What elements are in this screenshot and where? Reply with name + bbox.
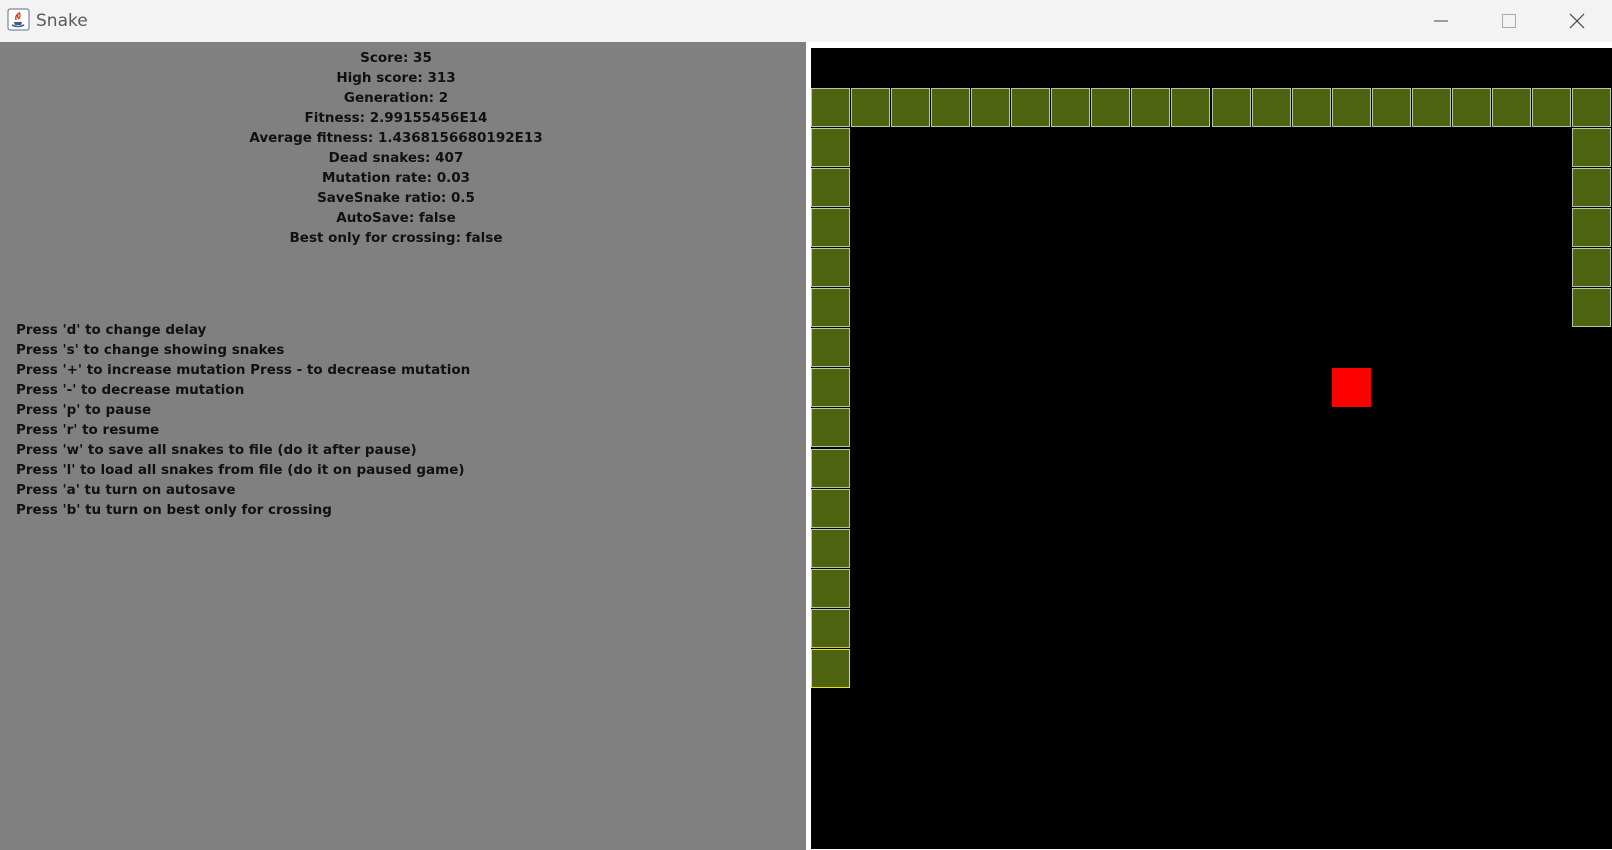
save-snake-ratio-label: SaveSnake ratio: 0.5 bbox=[317, 190, 475, 206]
autosave-label: AutoSave: false bbox=[336, 210, 456, 226]
snake-segment bbox=[1571, 88, 1611, 127]
help-line: Press 'r' to resume bbox=[16, 422, 160, 438]
info-panel: Score: 35 High score: 313 Generation: 2 … bbox=[0, 42, 806, 850]
snake-segment bbox=[811, 128, 850, 168]
snake-segment bbox=[1571, 168, 1611, 208]
snake-segment bbox=[971, 88, 1011, 127]
help-line: Press '+' to increase mutation Press - t… bbox=[16, 362, 471, 378]
snake-segment bbox=[811, 448, 850, 488]
high-score-label: High score: 313 bbox=[336, 70, 456, 86]
generation-label: Generation: 2 bbox=[343, 90, 449, 106]
fitness-label: Fitness: 2.99155456E14 bbox=[304, 110, 488, 126]
snake-segment bbox=[811, 568, 850, 608]
close-icon bbox=[1569, 13, 1585, 29]
snake-segment bbox=[811, 248, 850, 288]
help-line: Press 'd' to change delay bbox=[16, 322, 207, 338]
snake-segment bbox=[1571, 128, 1611, 168]
snake-segment bbox=[1451, 88, 1491, 127]
minimize-button[interactable] bbox=[1407, 0, 1475, 42]
snake-segment bbox=[1251, 88, 1291, 127]
mutation-rate-label: Mutation rate: 0.03 bbox=[321, 170, 471, 186]
maximize-button[interactable] bbox=[1475, 0, 1543, 42]
help-line: Press 'l' to load all snakes from file (… bbox=[16, 462, 465, 478]
help-line: Press 's' to change showing snakes bbox=[16, 342, 285, 358]
best-only-crossing-label: Best only for crossing: false bbox=[289, 230, 503, 246]
snake-segment bbox=[1371, 88, 1411, 127]
close-button[interactable] bbox=[1543, 0, 1611, 42]
help-line: Press 'b' tu turn on best only for cross… bbox=[16, 502, 332, 518]
snake-segment bbox=[811, 328, 850, 368]
stats-list: Score: 35 High score: 313 Generation: 2 … bbox=[0, 48, 792, 248]
dead-snakes-label: Dead snakes: 407 bbox=[328, 150, 464, 166]
snake-segment bbox=[1411, 88, 1451, 127]
score-label: Score: 35 bbox=[360, 50, 432, 66]
snake-window: Snake Score: 35 High score: 313 Generati… bbox=[0, 0, 1612, 850]
snake-segment bbox=[1491, 88, 1531, 127]
window-title: Snake bbox=[36, 11, 88, 31]
snake-segment bbox=[811, 88, 850, 127]
snake-segment bbox=[851, 88, 890, 127]
snake-segment bbox=[1011, 88, 1051, 127]
snake-segment bbox=[1571, 208, 1611, 248]
snake-segment bbox=[1131, 88, 1171, 127]
snake-segment bbox=[1051, 88, 1091, 127]
game-board[interactable] bbox=[811, 48, 1612, 849]
snake-segment bbox=[1211, 88, 1251, 127]
snake-segment bbox=[811, 608, 850, 648]
average-fitness-label: Average fitness: 1.4368156680192E13 bbox=[249, 130, 543, 146]
snake-segment bbox=[811, 528, 850, 568]
snake-segment bbox=[1571, 248, 1611, 288]
snake-segment bbox=[811, 288, 850, 328]
snake-segment bbox=[1531, 88, 1571, 127]
snake-segment bbox=[891, 88, 931, 127]
snake-segment bbox=[1091, 88, 1131, 127]
minimize-icon bbox=[1434, 20, 1448, 22]
snake-segment bbox=[811, 368, 850, 408]
java-cup-icon bbox=[7, 8, 30, 31]
controls-help: Press 'd' to change delay Press 's' to c… bbox=[16, 320, 470, 520]
snake-segment bbox=[811, 408, 850, 448]
help-line: Press 'a' tu turn on autosave bbox=[16, 482, 236, 498]
snake-head bbox=[811, 648, 850, 688]
title-bar[interactable]: Snake bbox=[0, 0, 1612, 42]
snake-segment bbox=[811, 488, 850, 528]
snake-segment bbox=[1291, 88, 1331, 127]
snake-segment bbox=[1171, 88, 1211, 127]
help-line: Press 'p' to pause bbox=[16, 402, 152, 418]
help-line: Press '-' to decrease mutation bbox=[16, 382, 245, 398]
snake-segment bbox=[1571, 288, 1611, 328]
food-pellet bbox=[1331, 368, 1371, 408]
snake-segment bbox=[811, 208, 850, 248]
help-line: Press 'w' to save all snakes to file (do… bbox=[16, 442, 417, 458]
maximize-icon bbox=[1502, 14, 1516, 28]
snake-segment bbox=[811, 168, 850, 208]
game-area bbox=[811, 42, 1612, 850]
snake-segment bbox=[1331, 88, 1371, 127]
snake-segment bbox=[931, 88, 971, 127]
